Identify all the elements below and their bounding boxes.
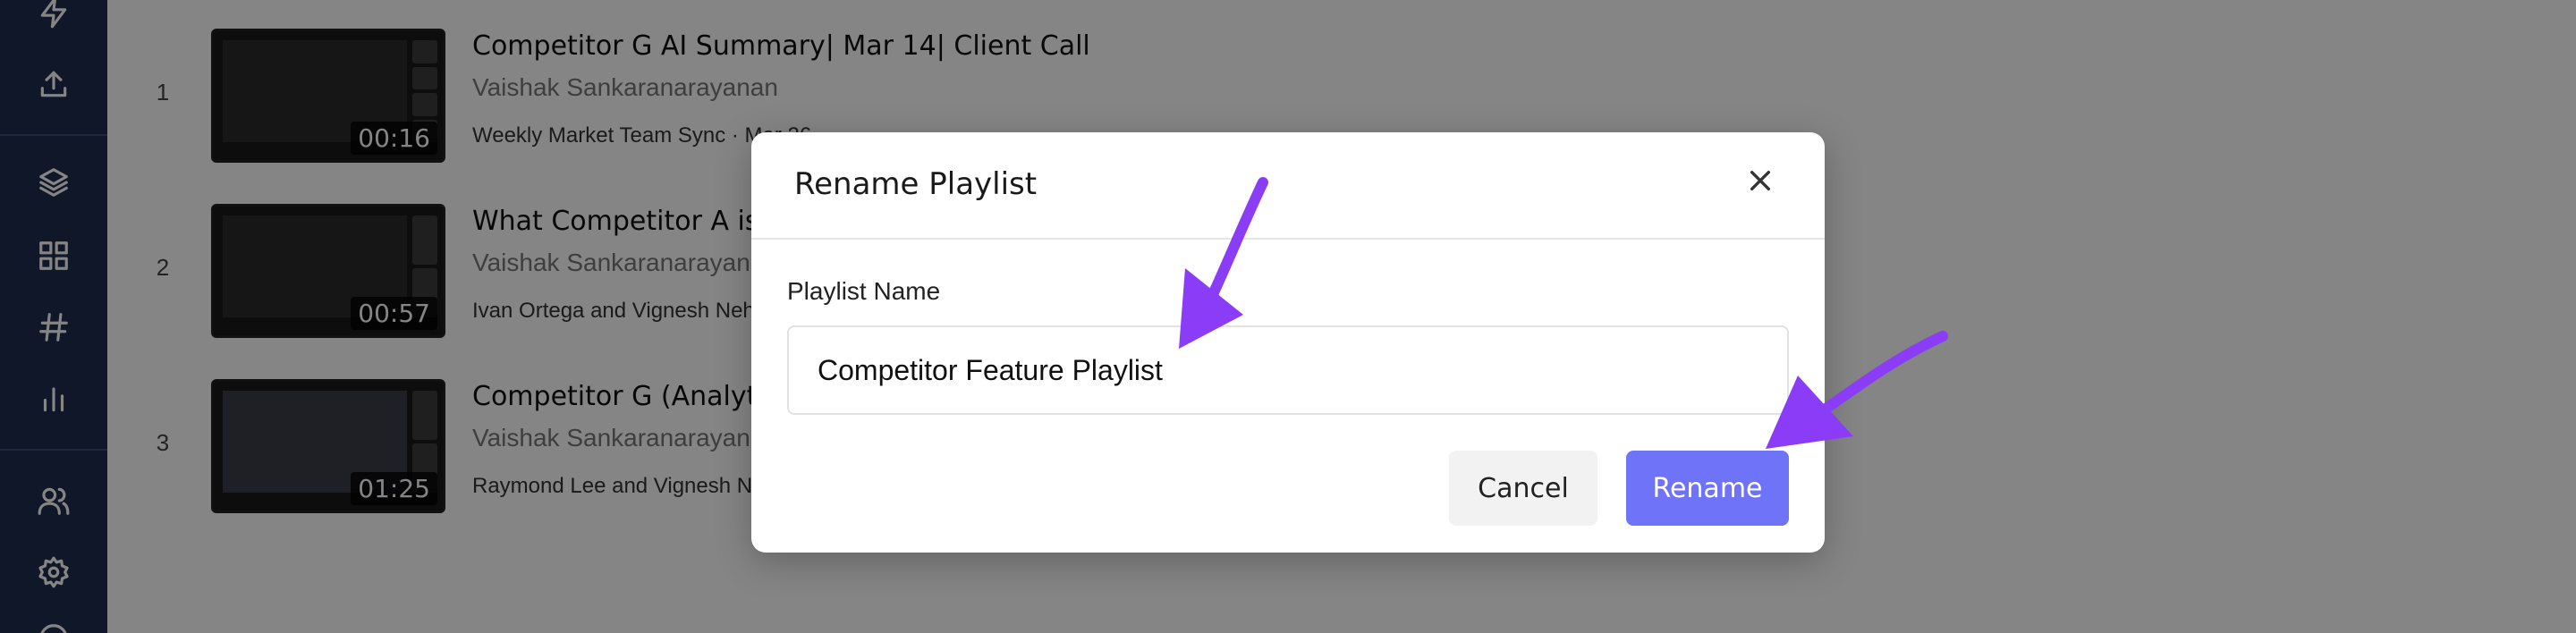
cancel-button[interactable]: Cancel	[1449, 451, 1597, 526]
playlist-name-input[interactable]	[787, 325, 1789, 415]
dialog-title: Rename Playlist	[794, 166, 1038, 202]
dialog-divider	[751, 238, 1825, 240]
rename-playlist-dialog: Rename Playlist Playlist Name Cancel Ren…	[751, 132, 1825, 553]
playlist-name-label: Playlist Name	[787, 277, 941, 305]
rename-button[interactable]: Rename	[1626, 451, 1789, 526]
close-icon[interactable]	[1739, 159, 1782, 202]
